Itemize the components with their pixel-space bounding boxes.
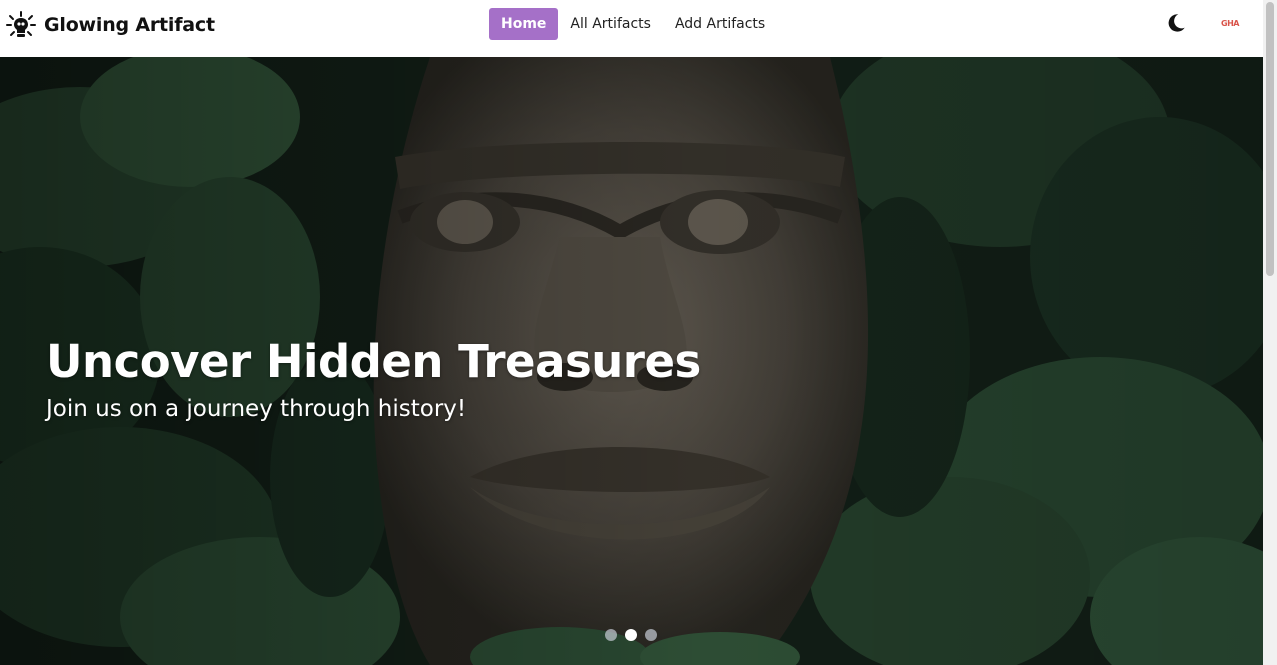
nav-link-all-artifacts[interactable]: All Artifacts — [558, 9, 663, 39]
nav-right: GHA — [1165, 12, 1249, 34]
page: Glowing Artifact Home All Artifacts Add … — [0, 0, 1277, 665]
avatar[interactable]: GHA — [1211, 12, 1249, 34]
nav-link-add-artifacts[interactable]: Add Artifacts — [663, 9, 777, 39]
hero-carousel: Uncover Hidden Treasures Join us on a jo… — [0, 57, 1263, 665]
nav-link-home[interactable]: Home — [489, 8, 559, 40]
brand-name: Glowing Artifact — [44, 14, 215, 36]
carousel-dots — [605, 629, 657, 641]
brand[interactable]: Glowing Artifact — [6, 10, 215, 40]
hero-title: Uncover Hidden Treasures — [46, 335, 701, 389]
carousel-dot-3[interactable] — [645, 629, 657, 641]
carousel-dot-2[interactable] — [625, 629, 637, 641]
carousel-dot-1[interactable] — [605, 629, 617, 641]
moon-icon[interactable] — [1165, 12, 1187, 34]
glowing-bulb-icon — [6, 11, 36, 37]
page-scrollbar[interactable] — [1263, 0, 1277, 665]
navbar: Glowing Artifact Home All Artifacts Add … — [0, 0, 1263, 57]
hero-subtitle: Join us on a journey through history! — [46, 396, 467, 422]
scrollbar-thumb[interactable] — [1266, 2, 1274, 276]
nav-links: Home All Artifacts Add Artifacts — [489, 8, 777, 40]
